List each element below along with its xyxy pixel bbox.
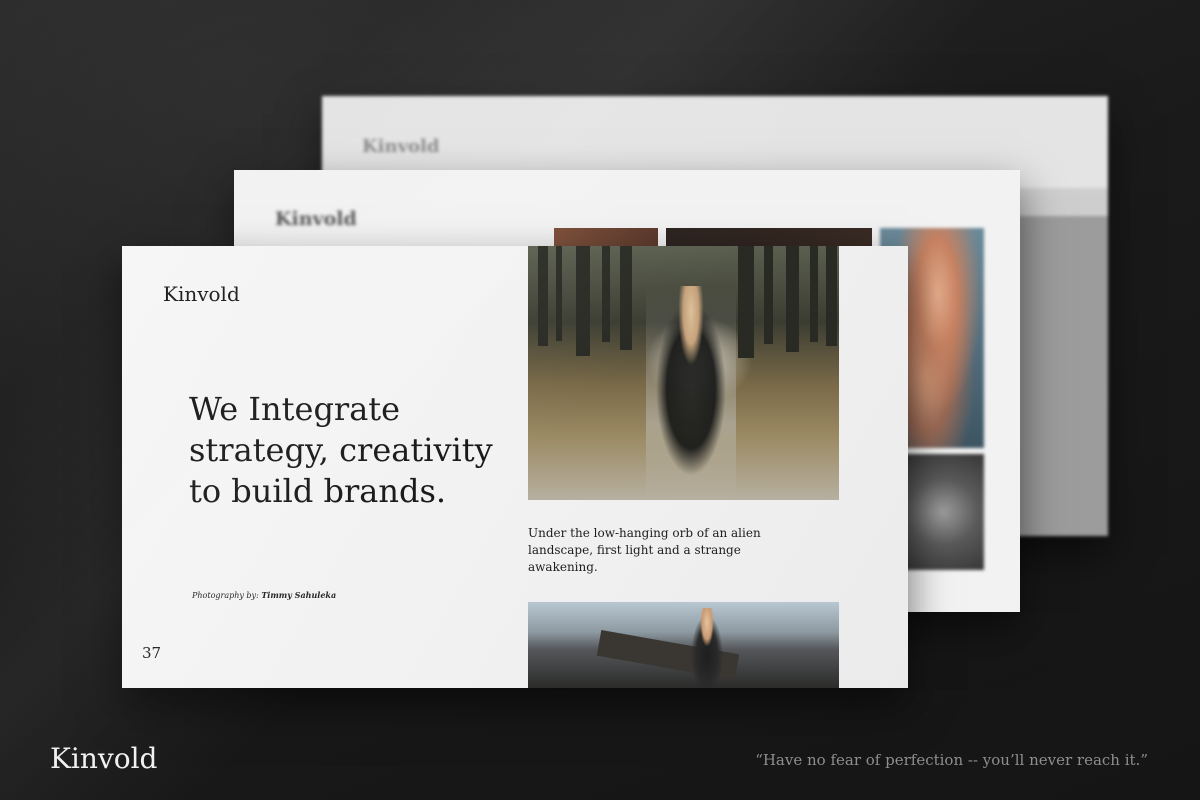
caption-line-2: landscape, first light and a strange [528,543,741,557]
caption-line-3: awakening. [528,560,598,574]
woman-figure [646,286,736,500]
middle-slide-logo: Kinvold [275,208,357,230]
back-slide-image [1018,216,1108,536]
headline-line-1: We Integrate [189,390,401,428]
slide-headline: We Integrate strategy, creativity to bui… [189,389,509,512]
slide-logo: Kinvold [163,282,240,306]
caption-line-1: Under the low-hanging orb of an alien [528,526,761,540]
middle-slide-photo-1 [554,228,658,246]
photo-credit-prefix: Photography by: [192,591,259,600]
photo-credit: Photography by: Timmy Sahuleka [192,590,336,600]
middle-slide-photo-2 [666,228,872,246]
footer-quote: “Have no fear of perfection -- you’ll ne… [755,751,1148,769]
photo-credit-name: Timmy Sahuleka [261,590,337,600]
headline-line-2: strategy, creativity [189,431,493,469]
brand-logo: Kinvold [50,742,158,775]
lake-woman-photo [528,602,839,688]
back-slide-logo: Kinvold [362,136,440,157]
page-number: 37 [142,644,162,662]
headline-line-3: to build brands. [189,472,447,510]
forest-woman-photo [528,246,839,500]
photo-caption: Under the low-hanging orb of an alien la… [528,525,761,576]
front-slide: Kinvold We Integrate strategy, creativit… [122,246,908,688]
woman-sitting [688,608,726,688]
